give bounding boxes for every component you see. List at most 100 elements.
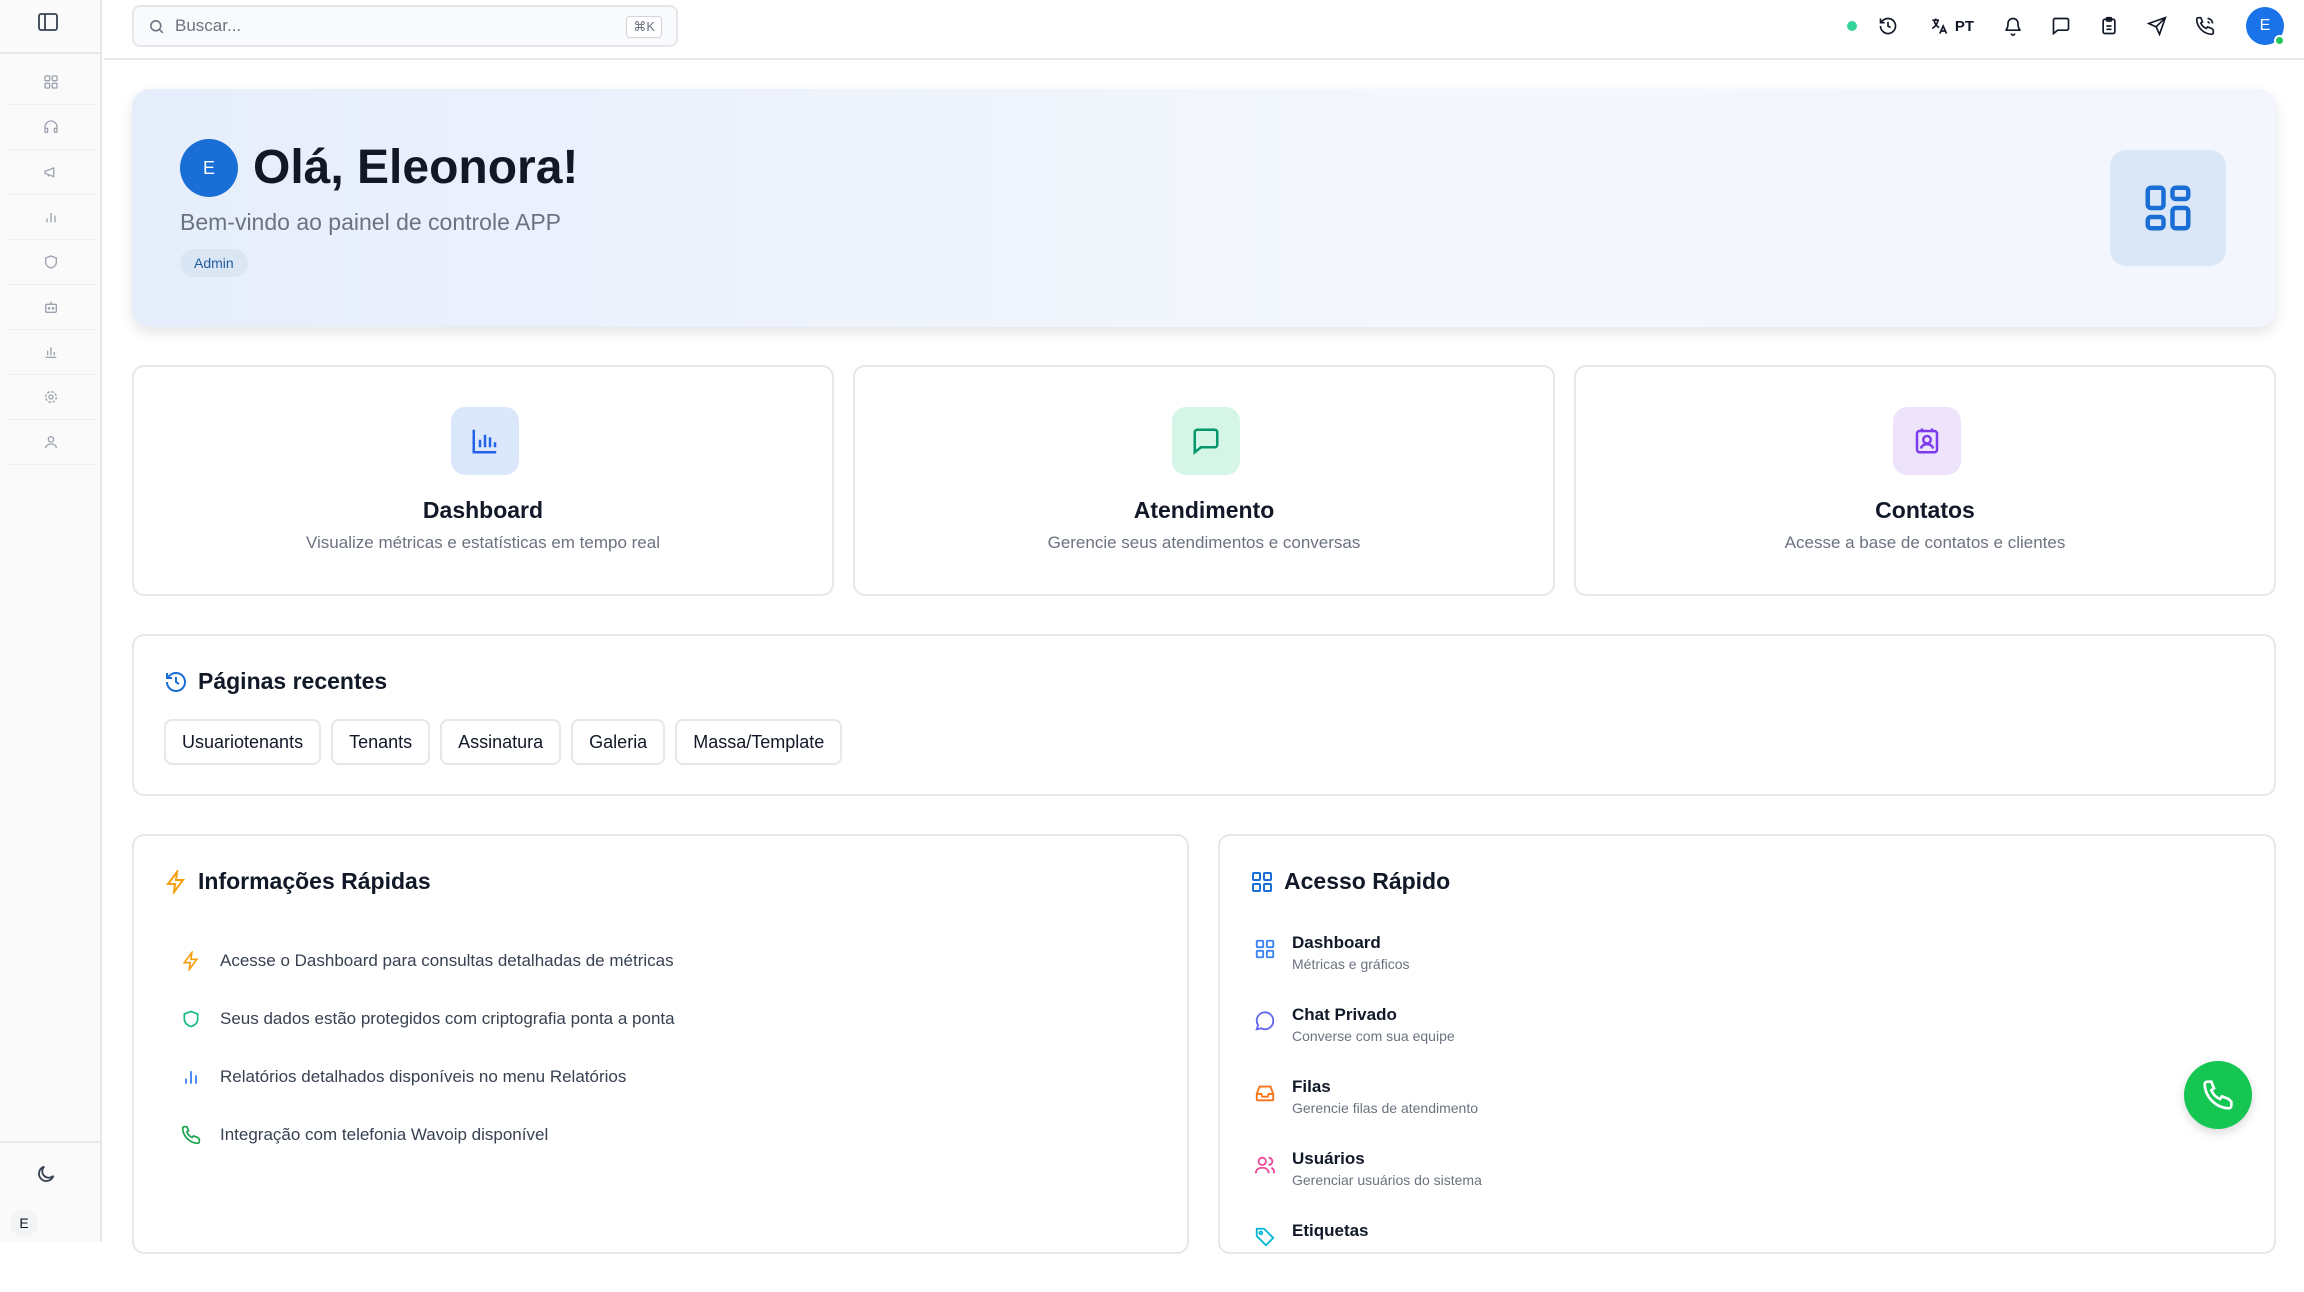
zap-icon — [164, 869, 188, 894]
sidebar-item-dashboard[interactable] — [6, 60, 96, 105]
search-shortcut: ⌘K — [626, 16, 662, 38]
page-title: Olá, Eleonora! — [253, 141, 579, 194]
quick-access-etiquetas[interactable]: Etiquetas — [1250, 1220, 1482, 1292]
hero-avatar: E — [180, 139, 238, 197]
top-header: Buscar... ⌘K PT E — [104, 0, 2304, 60]
recent-pages-title: Páginas recentes — [198, 668, 388, 694]
gear-icon — [43, 389, 59, 405]
zap-icon — [178, 951, 204, 971]
bar-chart-icon — [178, 1067, 204, 1087]
message-square-icon — [1172, 407, 1240, 475]
info-text: Seus dados estão protegidos com criptogr… — [220, 1009, 675, 1028]
recent-page-chip[interactable]: Massa/Template — [675, 719, 843, 765]
grid-icon — [1250, 938, 1280, 960]
recent-page-chip[interactable]: Assinatura — [440, 719, 562, 765]
recent-page-chip[interactable]: Galeria — [571, 719, 666, 765]
feature-title: Dashboard — [422, 497, 544, 523]
bar-chart-icon — [43, 344, 59, 360]
quick-access-item-title: Dashboard — [1292, 933, 1381, 952]
history-icon — [164, 670, 188, 694]
recent-pages-card: Páginas recentes Usuariotenants Tenants … — [132, 634, 2276, 796]
quick-access-chat-privado[interactable]: Chat Privado Converse com sua equipe — [1250, 1004, 1482, 1076]
user-icon — [43, 434, 59, 450]
quick-access-title: Acesso Rápido — [1284, 868, 1451, 894]
grid-icon — [1250, 870, 1274, 894]
phone-icon — [178, 1125, 204, 1145]
quick-access-item-description: Gerenciar usuários do sistema — [1292, 1172, 1482, 1188]
quick-access-filas[interactable]: Filas Gerencie filas de atendimento — [1250, 1076, 1482, 1148]
recent-page-chip[interactable]: Tenants — [331, 719, 431, 765]
feature-card-atendimento[interactable]: Atendimento Gerencie seus atendimentos e… — [853, 365, 1555, 596]
info-text: Relatórios detalhados disponíveis no men… — [220, 1067, 627, 1086]
bar-chart-icon — [451, 407, 519, 475]
headphones-icon — [43, 119, 59, 135]
feature-description: Gerencie seus atendimentos e conversas — [1047, 533, 1361, 552]
language-switcher[interactable]: PT — [1923, 16, 1974, 36]
info-item: Acesse o Dashboard para consultas detalh… — [178, 932, 675, 990]
panel-left-icon[interactable] — [36, 10, 60, 34]
bell-icon[interactable] — [2000, 13, 2026, 39]
quick-access-card: Acesso Rápido Dashboard Métricas e gráfic… — [1218, 834, 2276, 1254]
feature-description: Acesse a base de contatos e clientes — [1784, 533, 2066, 552]
feature-title: Atendimento — [1133, 497, 1275, 523]
info-item: Relatórios detalhados disponíveis no men… — [178, 1048, 675, 1106]
sidebar-item-perfil[interactable] — [6, 420, 96, 465]
online-status-dot — [2274, 35, 2285, 46]
sidebar-user-avatar[interactable]: E — [10, 1209, 38, 1237]
quick-access-item-title: Usuários — [1292, 1149, 1365, 1168]
quick-access-item-title: Etiquetas — [1292, 1221, 1369, 1240]
sidebar-item-estatisticas[interactable] — [6, 330, 96, 375]
shield-icon — [178, 1009, 204, 1029]
send-icon[interactable] — [2144, 13, 2170, 39]
info-text: Integração com telefonia Wavoip disponív… — [220, 1125, 549, 1144]
quick-access-item-title: Chat Privado — [1292, 1005, 1397, 1024]
feature-title: Contatos — [1875, 497, 1975, 523]
quick-access-item-description: Converse com sua equipe — [1292, 1028, 1455, 1044]
connection-status-dot — [1846, 21, 1857, 31]
feature-card-dashboard[interactable]: Dashboard Visualize métricas e estatísti… — [132, 365, 834, 596]
sidebar-item-campanhas[interactable] — [6, 150, 96, 195]
sidebar-divider — [0, 1141, 102, 1143]
quick-access-dashboard[interactable]: Dashboard Métricas e gráficos — [1250, 932, 1482, 1004]
phone-icon — [2202, 1079, 2234, 1111]
quick-info-card: Informações Rápidas Acesse o Dashboard p… — [132, 834, 1189, 1254]
sidebar-item-relatorios[interactable] — [6, 195, 96, 240]
inbox-icon — [1250, 1082, 1280, 1104]
message-square-icon[interactable] — [2048, 13, 2074, 39]
sidebar-item-configuracoes[interactable] — [6, 375, 96, 420]
recent-page-chip[interactable]: Usuariotenants — [164, 719, 322, 765]
search-placeholder: Buscar... — [175, 16, 242, 35]
grid-icon — [43, 74, 59, 90]
sidebar: E — [0, 0, 102, 1242]
info-text: Acesse o Dashboard para consultas detalh… — [220, 951, 674, 970]
sidebar-item-bots[interactable] — [6, 285, 96, 330]
users-icon — [1250, 1154, 1280, 1176]
welcome-banner: E Olá, Eleonora! Bem-vindo ao painel de … — [132, 89, 2276, 327]
quick-access-item-description: Gerencie filas de atendimento — [1292, 1100, 1478, 1116]
feature-description: Visualize métricas e estatísticas em tem… — [306, 533, 660, 552]
moon-icon[interactable] — [35, 1163, 59, 1187]
quick-access-item-title: Filas — [1292, 1077, 1331, 1096]
language-label: PT — [1954, 17, 1974, 35]
shield-icon — [43, 254, 59, 270]
search-input[interactable]: Buscar... ⌘K — [132, 5, 678, 47]
bar-chart-icon — [43, 209, 59, 225]
page-subtitle: Bem-vindo ao painel de controle APP — [180, 209, 562, 235]
info-item: Seus dados estão protegidos com criptogr… — [178, 990, 675, 1048]
quick-access-usuarios[interactable]: Usuários Gerenciar usuários do sistema — [1250, 1148, 1482, 1220]
sidebar-item-atendimento[interactable] — [6, 105, 96, 150]
phone-call-button[interactable] — [2184, 1061, 2252, 1129]
feature-card-contatos[interactable]: Contatos Acesse a base de contatos e cli… — [1574, 365, 2276, 596]
quick-access-item-description: Métricas e gráficos — [1292, 956, 1410, 972]
user-avatar[interactable]: E — [2246, 7, 2285, 46]
sidebar-divider — [0, 52, 102, 54]
phone-call-icon[interactable] — [2192, 13, 2218, 39]
user-avatar-initial: E — [2259, 17, 2271, 34]
translate-icon — [1929, 16, 1949, 36]
history-icon[interactable] — [1875, 13, 1901, 39]
sidebar-item-seguranca[interactable] — [6, 240, 96, 285]
clipboard-icon[interactable] — [2096, 13, 2122, 39]
search-icon — [148, 18, 165, 35]
contact-icon — [1893, 407, 1961, 475]
bot-icon — [43, 299, 59, 315]
